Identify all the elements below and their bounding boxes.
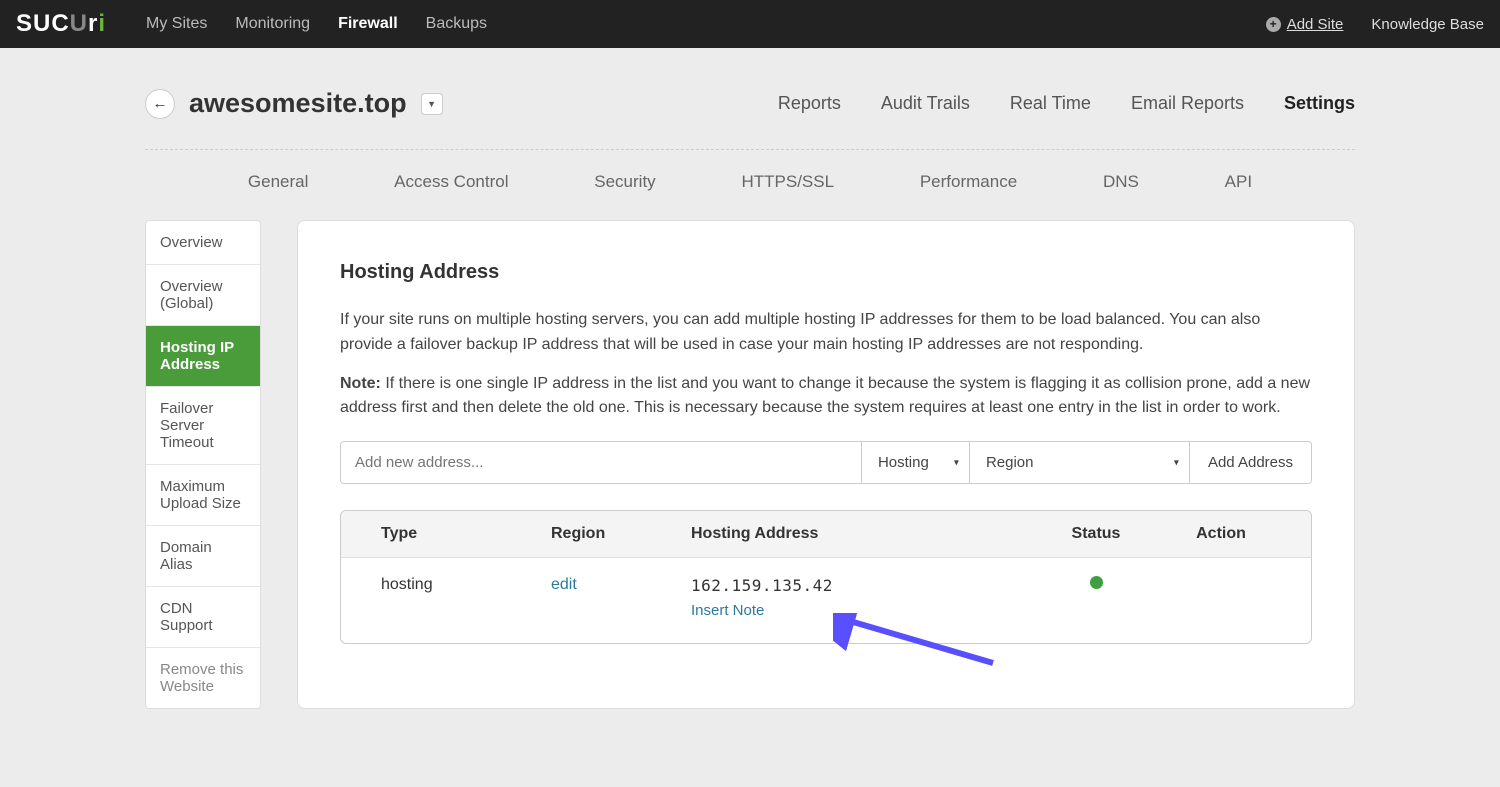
address-table: Type Region Hosting Address Status Actio… [340,510,1312,644]
panel-paragraph-2: Note: If there is one single IP address … [340,372,1312,422]
insert-note-link[interactable]: Insert Note [691,602,1021,619]
th-type: Type [381,525,551,543]
ip-value: 162.159.135.42 [691,576,833,595]
subtab-performance[interactable]: Performance [920,172,1017,192]
address-input[interactable] [341,442,861,483]
sidebar-item-domain-alias[interactable]: Domain Alias [146,526,260,587]
subtab-security[interactable]: Security [594,172,655,192]
tab-settings[interactable]: Settings [1284,93,1355,114]
subtab-dns[interactable]: DNS [1103,172,1139,192]
back-button[interactable]: ← [145,89,175,119]
sidebar-item-max-upload[interactable]: Maximum Upload Size [146,465,260,526]
subtab-access-control[interactable]: Access Control [394,172,508,192]
type-select[interactable]: Hosting [861,442,969,483]
region-select[interactable]: Region [969,442,1189,483]
table-header: Type Region Hosting Address Status Actio… [341,511,1311,558]
sidebar-item-remove-site[interactable]: Remove this Website [146,648,260,708]
subtab-api[interactable]: API [1225,172,1252,192]
status-ok-icon [1090,576,1103,589]
note-body: If there is one single IP address in the… [340,375,1310,417]
add-address-row: Hosting Region Add Address [340,441,1312,484]
settings-subtabs: General Access Control Security HTTPS/SS… [145,150,1355,220]
th-status: Status [1021,525,1171,543]
hosting-address-panel: Hosting Address If your site runs on mul… [297,220,1355,709]
top-nav-main: My Sites Monitoring Firewall Backups [146,15,487,33]
th-region: Region [551,525,691,543]
nav-firewall[interactable]: Firewall [338,15,398,33]
edit-region-link[interactable]: edit [551,576,577,593]
tab-email-reports[interactable]: Email Reports [1131,93,1244,114]
chevron-down-icon: ▼ [427,99,436,109]
sidebar-item-hosting-ip[interactable]: Hosting IP Address [146,326,260,387]
add-address-button[interactable]: Add Address [1189,442,1311,483]
th-action: Action [1171,525,1271,543]
panel-heading: Hosting Address [340,261,1312,284]
knowledge-base-link[interactable]: Knowledge Base [1371,16,1484,33]
td-status [1021,576,1171,594]
nav-my-sites[interactable]: My Sites [146,15,207,33]
subtab-https-ssl[interactable]: HTTPS/SSL [741,172,834,192]
site-dropdown-button[interactable]: ▼ [421,93,443,115]
content-columns: Overview Overview (Global) Hosting IP Ad… [145,220,1355,709]
nav-backups[interactable]: Backups [426,15,487,33]
nav-monitoring[interactable]: Monitoring [235,15,310,33]
sidebar-item-overview-global[interactable]: Overview (Global) [146,265,260,326]
subtab-general[interactable]: General [248,172,308,192]
settings-sidebar: Overview Overview (Global) Hosting IP Ad… [145,220,261,709]
panel-paragraph-1: If your site runs on multiple hosting se… [340,308,1312,358]
page-head: ← awesomesite.top ▼ Reports Audit Trails… [145,88,1355,150]
logo: SUCUri [16,10,106,38]
plus-icon: + [1266,17,1281,32]
page-container: ← awesomesite.top ▼ Reports Audit Trails… [125,48,1375,739]
td-region: edit [551,576,691,594]
add-site-link[interactable]: + Add Site [1266,16,1344,33]
td-type: hosting [381,576,551,594]
sidebar-item-overview[interactable]: Overview [146,221,260,265]
tab-real-time[interactable]: Real Time [1010,93,1091,114]
page-head-left: ← awesomesite.top ▼ [145,88,443,119]
td-address: 162.159.135.42 Insert Note [691,576,1021,619]
th-address: Hosting Address [691,525,1021,543]
arrow-left-icon: ← [153,95,168,112]
add-site-label: Add Site [1287,16,1344,33]
table-row: hosting edit 162.159.135.42 Insert Note [341,558,1311,643]
page-tabs: Reports Audit Trails Real Time Email Rep… [778,93,1355,114]
sidebar-item-cdn-support[interactable]: CDN Support [146,587,260,648]
top-nav-right: + Add Site Knowledge Base [1266,16,1484,33]
top-nav: SUCUri My Sites Monitoring Firewall Back… [0,0,1500,48]
tab-reports[interactable]: Reports [778,93,841,114]
page-title: awesomesite.top [189,88,407,119]
tab-audit-trails[interactable]: Audit Trails [881,93,970,114]
sidebar-item-failover[interactable]: Failover Server Timeout [146,387,260,465]
note-label: Note: [340,375,381,392]
